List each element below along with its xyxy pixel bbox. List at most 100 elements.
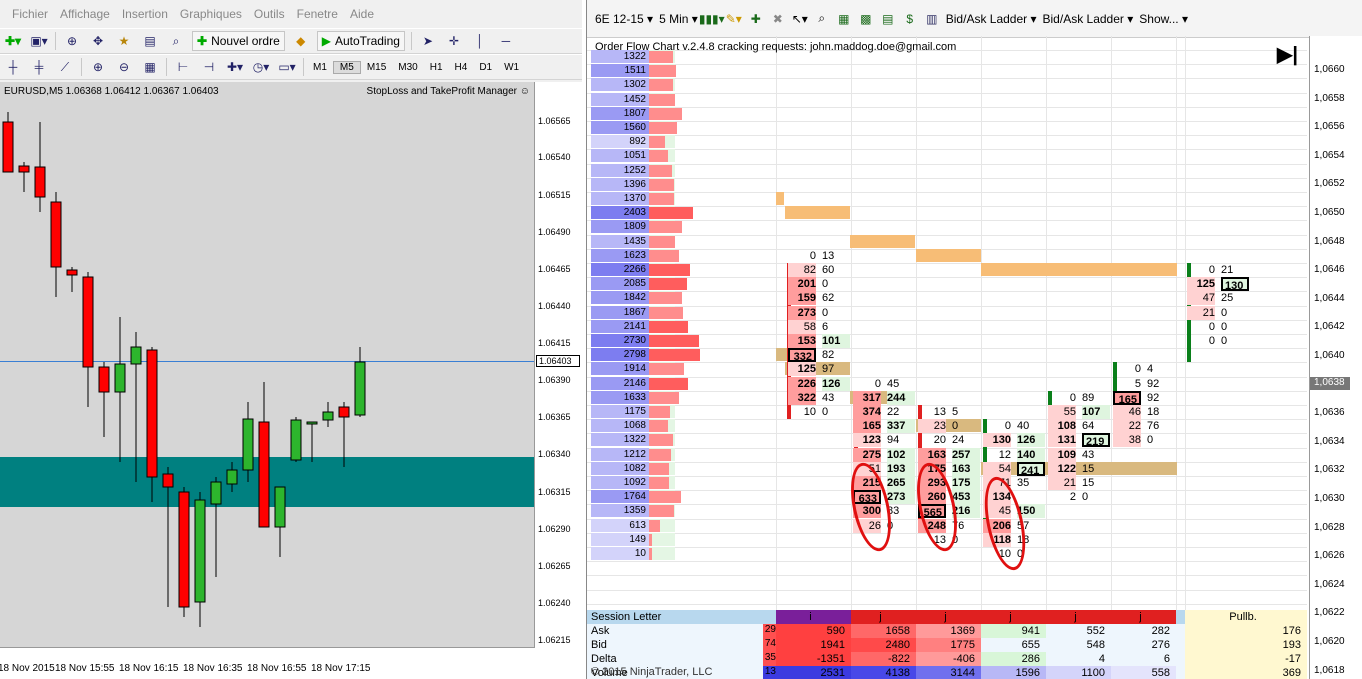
order-flow-cell: 2 xyxy=(1069,491,1076,504)
templates-icon[interactable]: ▭▾ xyxy=(277,57,297,77)
order-flow-cell: 125 xyxy=(1187,277,1215,292)
menu-fichier[interactable]: Fichier xyxy=(0,7,48,21)
new-chart-icon[interactable]: ✚▾ xyxy=(3,31,23,51)
profile-value: 1370 xyxy=(623,193,646,204)
indicators-icon[interactable]: ✚▾ xyxy=(225,57,245,77)
bar-chart-icon[interactable]: ┼ xyxy=(3,57,23,77)
properties-icon[interactable]: ▥ xyxy=(924,11,940,27)
metaeditor-icon[interactable]: ◆ xyxy=(291,31,311,51)
vertical-line-icon[interactable]: │ xyxy=(470,31,490,51)
zoom-in-icon[interactable]: ⊕ xyxy=(88,57,108,77)
horizontal-line-icon[interactable]: ─ xyxy=(496,31,516,51)
stats-cell: 176 xyxy=(1185,624,1307,638)
candle-body xyxy=(114,363,126,393)
profile-value: 2146 xyxy=(623,377,646,389)
menu-fenetre[interactable]: Fenetre xyxy=(285,7,338,21)
profile-volume-bar xyxy=(649,164,672,177)
profile-value: 2730 xyxy=(623,335,646,346)
bars-type-icon[interactable]: ▮▮▮▾ xyxy=(699,11,725,27)
period-selector[interactable]: 5 Min ▾ xyxy=(659,12,698,26)
ea-label: StopLoss and TakeProfit Manager ☺ xyxy=(366,86,530,97)
menu-aide[interactable]: Aide xyxy=(338,7,374,21)
grid-line-h xyxy=(587,135,1307,137)
stats-cell: j xyxy=(851,610,916,624)
chart-shift-icon[interactable]: ⊣ xyxy=(199,57,219,77)
order-flow-cell: 21 xyxy=(1048,476,1076,490)
show-menu[interactable]: Show... ▾ xyxy=(1139,12,1188,26)
tf-m1[interactable]: M1 xyxy=(307,62,333,73)
remove-icon[interactable]: ✖ xyxy=(770,11,786,27)
dollar-icon[interactable]: $ xyxy=(902,11,918,27)
stats-cell: 2480 xyxy=(851,638,916,652)
profiles-icon[interactable]: ▣▾ xyxy=(29,31,49,51)
tf-m15[interactable]: M15 xyxy=(361,62,392,73)
zoom-icon[interactable]: ⌕ xyxy=(814,11,830,27)
periods-icon[interactable]: ◷▾ xyxy=(251,57,271,77)
draw-pencil-icon[interactable]: ✎▾ xyxy=(726,11,742,27)
bid-ask-ladder-2[interactable]: Bid/Ask Ladder ▾ xyxy=(1043,12,1134,26)
menu-graphiques[interactable]: Graphiques xyxy=(168,7,242,21)
tf-h4[interactable]: H4 xyxy=(449,62,474,73)
market-watch-icon[interactable]: ⊕ xyxy=(62,31,82,51)
new-order-button[interactable]: ✚ Nouvel ordre xyxy=(192,31,285,51)
y-tick: 1,0644 xyxy=(1314,292,1345,304)
cursor-icon[interactable]: ➤ xyxy=(418,31,438,51)
zoom-out-icon[interactable]: ⊖ xyxy=(114,57,134,77)
order-flow-cell: 94 xyxy=(887,434,900,447)
x-tick: 18 Nov 16:35 xyxy=(183,663,243,674)
profile-volume-bar xyxy=(649,448,671,461)
order-flow-cell: 193 xyxy=(887,461,915,476)
grid-line-h xyxy=(587,177,1307,179)
stats-cell: 286 xyxy=(981,652,1046,666)
order-flow-cell: 153 xyxy=(788,334,816,348)
mt4-chart[interactable]: EURUSD,M5 1.06368 1.06412 1.06367 1.0640… xyxy=(0,82,582,679)
crosshair-icon[interactable]: ✛ xyxy=(444,31,464,51)
candlestick-icon[interactable]: ╪ xyxy=(29,57,49,77)
nt-price-axis: 1,0660 1,0658 1,0656 1,0654 1,0652 1,0650 1,06… xyxy=(1309,36,1362,679)
mt4-plot-area[interactable]: EURUSD,M5 1.06368 1.06412 1.06367 1.0640… xyxy=(0,82,535,648)
autoscroll-icon[interactable]: ⊢ xyxy=(173,57,193,77)
instrument-selector[interactable]: 6E 12-15 ▾ xyxy=(595,12,653,26)
profile-value: 1633 xyxy=(623,391,646,403)
stats-partial-cell: 35 xyxy=(763,652,776,666)
autotrading-button[interactable]: ▶ AutoTrading xyxy=(316,31,405,51)
chart-trader-icon[interactable]: ▤ xyxy=(880,11,896,27)
tf-d1[interactable]: D1 xyxy=(473,62,498,73)
x-tick: 18 Nov 2015 xyxy=(0,663,55,674)
profile-volume-bar xyxy=(649,193,674,205)
profile-value: 1302 xyxy=(623,79,646,91)
strategies-icon[interactable]: ▩ xyxy=(858,11,874,27)
bid-ask-ladder-1[interactable]: Bid/Ask Ladder ▾ xyxy=(946,12,1037,26)
tile-windows-icon[interactable]: ▦ xyxy=(140,57,160,77)
order-flow-cell: 109 xyxy=(1048,447,1076,462)
order-flow-chart[interactable]: 1322 1511 1302 1452 1807 1560 892 1051 1252 1396 1… xyxy=(587,36,1307,610)
order-flow-cell: 159 xyxy=(788,291,816,306)
terminal-icon[interactable]: ▤ xyxy=(140,31,160,51)
data-window-icon[interactable]: ✥ xyxy=(88,31,108,51)
order-flow-cell: 25 xyxy=(1221,292,1234,305)
stats-cell: 276 xyxy=(1111,638,1176,652)
order-flow-cell: 60 xyxy=(822,264,835,276)
menu-affichage[interactable]: Affichage xyxy=(48,7,110,21)
tf-h1[interactable]: H1 xyxy=(424,62,449,73)
order-flow-cell: 257 xyxy=(952,447,980,462)
navigator-icon[interactable]: ★ xyxy=(114,31,134,51)
tf-m30[interactable]: M30 xyxy=(392,62,423,73)
cursor-icon[interactable]: ↖▾ xyxy=(792,11,808,27)
order-flow-cell: 58 xyxy=(788,319,816,334)
scroll-to-end-icon[interactable]: ▶| xyxy=(1277,42,1298,67)
line-chart-icon[interactable]: ⟋ xyxy=(55,57,75,77)
y-tick: 1,0640 xyxy=(1314,350,1345,361)
add-indicator-icon[interactable]: ✚ xyxy=(748,11,764,27)
tf-w1[interactable]: W1 xyxy=(498,62,525,73)
order-flow-cell: 0 xyxy=(1147,434,1154,447)
strategy-tester-icon[interactable]: ⌕ xyxy=(166,31,186,51)
menu-insertion[interactable]: Insertion xyxy=(110,7,168,21)
indicators-icon[interactable]: ▦ xyxy=(836,11,852,27)
y-tick: 1,0656 xyxy=(1314,121,1345,133)
candle-body xyxy=(82,276,94,368)
candle-body xyxy=(226,469,238,485)
tf-m5[interactable]: M5 xyxy=(332,60,361,74)
menu-outils[interactable]: Outils xyxy=(242,7,285,21)
order-flow-cell: 0 xyxy=(874,377,881,390)
